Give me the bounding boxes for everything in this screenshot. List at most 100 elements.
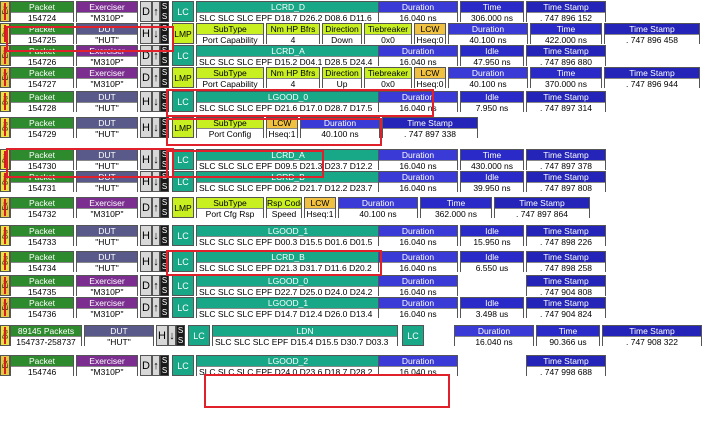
nm-hp-bfrs-cell[interactable]: Nm HP Bfrs 4 xyxy=(266,23,320,45)
time-cell[interactable]: Time 422.000 ns xyxy=(530,23,602,45)
duration-cell[interactable]: Duration 16.040 ns xyxy=(378,355,458,377)
packet-cell[interactable]: Packet 154729 xyxy=(10,117,74,139)
direction-cell[interactable]: Direction Down xyxy=(322,23,362,45)
ordered-set-cell[interactable]: LCRD_A SLC SLC SLC EPF D09.5 D21.3 D23.7 … xyxy=(196,149,380,171)
lmp-button[interactable]: LMP xyxy=(172,117,194,138)
tiebreaker-cell[interactable]: Tiebreaker 0x0 xyxy=(364,23,412,45)
duration-cell[interactable]: Duration 40.100 ns xyxy=(448,23,528,45)
source-cell[interactable]: DUT "HUT" xyxy=(76,91,138,113)
idle-cell[interactable]: Idle 39.950 ns xyxy=(460,171,524,193)
packet-row[interactable]: Du Packet 154731 DUT "HUT" H ↓ S S LC LCRD_B SLC SL… xyxy=(0,170,710,193)
lcw-cell[interactable]: LCW Hseq:1 xyxy=(266,117,298,139)
packet-row[interactable]: Du Packet 154734 DUT "HUT" H ↓ S S LC LCRD_B SLC SL… xyxy=(0,250,710,273)
packet-row[interactable]: Du Packet 154729 DUT "HUT" H ↓ S S LMP SubType Port… xyxy=(0,116,710,139)
lc-button[interactable]: LC xyxy=(172,251,194,272)
packet-cell[interactable]: Packet 154724 xyxy=(10,1,74,23)
subtype-cell[interactable]: SubType Port Cfg Rsp xyxy=(196,197,264,219)
ordered-set-cell[interactable]: LGOOD_2 SLC SLC SLC EPF D24.0 D23.6 D18.7… xyxy=(196,355,380,377)
source-cell[interactable]: DUT "HUT" xyxy=(76,225,138,247)
packet-cell[interactable]: Packet 154735 xyxy=(10,275,74,297)
source-cell[interactable]: Exerciser "M310P" xyxy=(76,275,138,297)
duration-cell[interactable]: Duration 16.040 ns xyxy=(378,91,458,113)
packet-row[interactable]: Ex Packet 154732 Exerciser "M310P" D ↑ S S LMP Sub… xyxy=(0,196,710,219)
timestamp-cell[interactable]: Time Stamp. 747 898 226 xyxy=(526,225,606,247)
timestamp-cell[interactable]: Time Stamp. 747 904 824 xyxy=(526,297,606,319)
lc-button[interactable]: LC xyxy=(172,1,194,22)
timestamp-cell[interactable]: Time Stamp. 747 896 880 xyxy=(526,45,606,67)
subtype-cell[interactable]: SubType Port Config xyxy=(196,117,264,139)
direction-cell[interactable]: Direction Up xyxy=(322,67,362,89)
packet-row[interactable]: Ex Packet 154726 Exerciser "M310P" D ↑ S S LC LCRD… xyxy=(0,44,710,67)
ordered-set-cell[interactable]: LCRD_B SLC SLC SLC EPF D21.3 D31.7 D11.6 … xyxy=(196,251,380,273)
packet-cell[interactable]: 89145 Packets 154737-258737 xyxy=(10,325,82,347)
packet-row[interactable]: Ex Packet 154724 Exerciser "M310P" D ↑ S S LC LCRD… xyxy=(0,0,710,23)
packet-cell[interactable]: Packet 154726 xyxy=(10,45,74,67)
source-cell[interactable]: DUT "HUT" xyxy=(76,251,138,273)
idle-cell[interactable]: Idle 15.950 ns xyxy=(460,225,524,247)
duration-cell[interactable]: Duration 16.040 ns xyxy=(454,325,534,347)
time-cell[interactable]: Time 306.000 ns xyxy=(460,1,524,23)
lc-button[interactable]: LC xyxy=(172,275,194,296)
source-cell[interactable]: Exerciser "M310P" xyxy=(76,355,138,377)
lcw-cell[interactable]: LCW Hseq:0 xyxy=(414,67,446,89)
lcw-cell[interactable]: LCW Hseq:0 xyxy=(414,23,446,45)
lc-button[interactable]: LC xyxy=(188,325,210,346)
idle-cell[interactable]: Idle 3.498 us xyxy=(460,297,524,319)
time-cell[interactable]: Time 90.366 us xyxy=(536,325,600,347)
ordered-set-cell[interactable]: LGOOD_0 SLC SLC SLC EPF D21.6 D17.0 D28.7… xyxy=(196,91,380,113)
lmp-button[interactable]: LMP xyxy=(172,23,194,44)
ordered-set-cell[interactable]: LGOOD_0 SLC SLC SLC EPF D22.7 D25.0 D24.0… xyxy=(196,275,380,297)
subtype-cell[interactable]: SubType Port Capability xyxy=(196,23,264,45)
time-cell[interactable]: Time 370.000 ns xyxy=(530,67,602,89)
packet-row[interactable]: Ex Packet 154735 Exerciser "M310P" D ↑ S S LC LGOO… xyxy=(0,274,710,297)
packet-row[interactable]: Ex Packet 154727 Exerciser "M310P" D ↑ S S LMP Sub… xyxy=(0,66,710,89)
packet-cell[interactable]: Packet 154732 xyxy=(10,197,74,219)
packet-row[interactable]: Du 89145 Packets 154737-258737 DUT "HUT" H ↓ S S… xyxy=(0,324,710,347)
packet-row[interactable]: Du Packet 154728 DUT "HUT" H ↓ S S LC LGOOD_0 SLC S… xyxy=(0,90,710,113)
duration-cell[interactable]: Duration 40.100 ns xyxy=(300,117,380,139)
timestamp-cell[interactable]: Time Stamp. 747 998 688 xyxy=(526,355,606,377)
lc-button[interactable]: LC xyxy=(172,171,194,192)
source-cell[interactable]: Exerciser "M310P" xyxy=(76,1,138,23)
duration-cell[interactable]: Duration 16.040 ns xyxy=(378,1,458,23)
idle-cell[interactable]: Idle 7.950 ns xyxy=(460,91,524,113)
packet-cell[interactable]: Packet 154725 xyxy=(10,23,74,45)
idle-cell[interactable]: Idle 6.550 us xyxy=(460,251,524,273)
duration-cell[interactable]: Duration 16.040 ns xyxy=(378,275,458,297)
packet-cell[interactable]: Packet 154727 xyxy=(10,67,74,89)
rsp-code-cell[interactable]: Rsp CodeSpeed xyxy=(266,197,302,219)
packet-cell[interactable]: Packet 154731 xyxy=(10,171,74,193)
lcw-cell[interactable]: LCW Hseq:1 xyxy=(304,197,336,219)
packet-row[interactable]: Du Packet 154725 DUT "HUT" H ↓ S S LMP SubType Port… xyxy=(0,22,710,45)
subtype-cell[interactable]: SubType Port Capability xyxy=(196,67,264,89)
source-cell[interactable]: Exerciser "M310P" xyxy=(76,297,138,319)
source-cell[interactable]: Exerciser "M310P" xyxy=(76,45,138,67)
duration-cell[interactable]: Duration 16.040 ns xyxy=(378,171,458,193)
packet-row[interactable]: Ex Packet 154746 Exerciser "M310P" D ↑ S S LC LGOO… xyxy=(0,354,710,377)
lc-button[interactable]: LC xyxy=(172,355,194,376)
lc-button[interactable]: LC xyxy=(172,45,194,66)
packet-cell[interactable]: Packet 154728 xyxy=(10,91,74,113)
timestamp-cell[interactable]: Time Stamp. 747 897 338 xyxy=(382,117,478,139)
source-cell[interactable]: DUT "HUT" xyxy=(76,23,138,45)
duration-cell[interactable]: Duration 40.100 ns xyxy=(338,197,418,219)
lc-button[interactable]: LC xyxy=(172,297,194,318)
time-cell[interactable]: Time 430.000 ns xyxy=(460,149,524,171)
packet-cell[interactable]: Packet 154746 xyxy=(10,355,74,377)
source-cell[interactable]: Exerciser "M310P" xyxy=(76,197,138,219)
packet-cell[interactable]: Packet 154730 xyxy=(10,149,74,171)
timestamp-cell[interactable]: Time Stamp. 747 908 322 xyxy=(602,325,702,347)
timestamp-cell[interactable]: Time Stamp. 747 897 864 xyxy=(494,197,590,219)
timestamp-cell[interactable]: Time Stamp. 747 897 314 xyxy=(526,91,606,113)
idle-cell[interactable]: Idle 47.950 ns xyxy=(460,45,524,67)
packet-row[interactable]: Ex Packet 154736 Exerciser "M310P" D ↑ S S LC LGOO… xyxy=(0,296,710,319)
ordered-set-cell[interactable]: LGOOD_1 SLC SLC SLC EPF D14.7 D12.4 D26.0… xyxy=(196,297,380,319)
lc-button[interactable]: LC xyxy=(172,225,194,246)
nm-hp-bfrs-cell[interactable]: Nm HP Bfrs 4 xyxy=(266,67,320,89)
tiebreaker-cell[interactable]: Tiebreaker 0x0 xyxy=(364,67,412,89)
timestamp-cell[interactable]: Time Stamp. 747 896 944 xyxy=(604,67,700,89)
source-cell[interactable]: DUT "HUT" xyxy=(76,171,138,193)
timestamp-cell[interactable]: Time Stamp. 747 896 458 xyxy=(604,23,700,45)
lmp-button[interactable]: LMP xyxy=(172,197,194,218)
packet-cell[interactable]: Packet 154736 xyxy=(10,297,74,319)
